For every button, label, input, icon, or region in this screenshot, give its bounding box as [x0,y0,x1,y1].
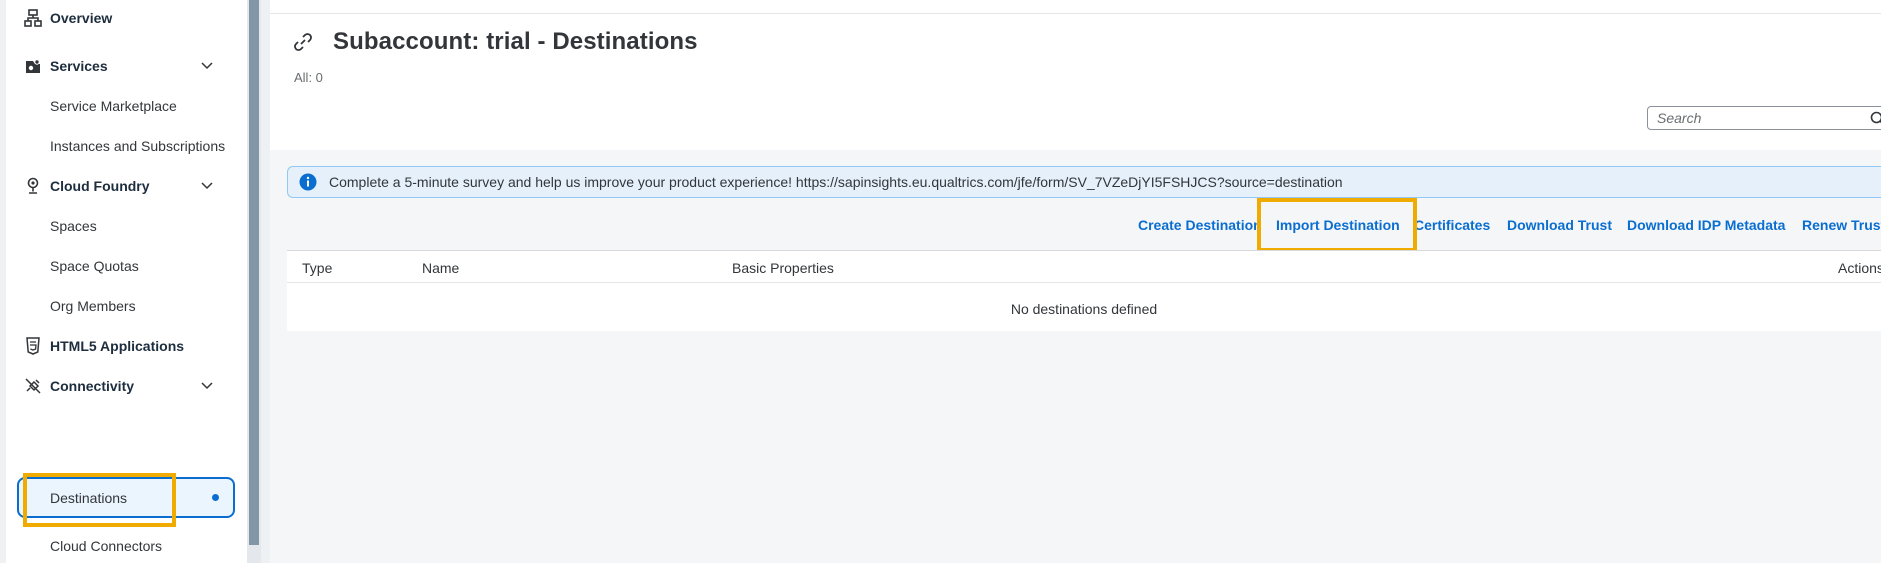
link-icon [290,29,316,55]
sidebar-item-connectivity[interactable]: Connectivity [18,368,236,404]
column-header-name[interactable]: Name [422,260,459,276]
destination-count: All: 0 [294,70,323,85]
renew-trust-button[interactable]: Renew Trust [1802,217,1881,233]
page-header: Subaccount: trial - Destinations All: 0 [270,0,1881,150]
sidebar-item-label: Cloud Foundry [50,178,150,194]
sidebar-item-label: Instances and Subscriptions [50,138,225,154]
download-trust-button[interactable]: Download Trust [1507,217,1612,233]
sidebar-item-destinations[interactable]: Destinations [17,477,235,518]
table-header: Type Name Basic Properties Actions [287,250,1881,283]
sidebar-item-label: HTML5 Applications [50,338,184,354]
sidebar-item-cloud-connectors[interactable]: Cloud Connectors [18,528,236,564]
cloud-foundry-icon [23,176,43,196]
survey-banner-text[interactable]: Complete a 5-minute survey and help us i… [329,174,1343,190]
sidebar-item-label: Overview [50,10,112,26]
sidebar-item-label: Services [50,58,108,74]
survey-banner: Complete a 5-minute survey and help us i… [287,166,1881,198]
sidebar-item-org-members[interactable]: Org Members [18,288,236,324]
sidebar-item-instances-subscriptions[interactable]: Instances and Subscriptions [18,128,236,164]
sidebar-divider [261,0,270,563]
sidebar-item-label: Spaces [50,218,97,234]
chevron-down-icon[interactable] [200,379,214,393]
selected-indicator-dot [212,494,219,501]
column-header-actions[interactable]: Actions [1838,260,1881,276]
sidebar-item-html5-applications[interactable]: HTML5 Applications [18,328,236,364]
download-idp-metadata-button[interactable]: Download IDP Metadata [1627,217,1785,233]
chevron-down-icon[interactable] [200,179,214,193]
sidebar-item-service-marketplace[interactable]: Service Marketplace [18,88,236,124]
sidebar-scrollbar-thumb[interactable] [249,0,259,545]
services-icon [23,56,43,76]
sidebar-item-label: Service Marketplace [50,98,177,114]
column-header-type[interactable]: Type [302,260,332,276]
sidebar-item-label: Space Quotas [50,258,139,274]
import-destination-button[interactable]: Import Destination [1276,217,1400,233]
sidebar-item-label: Connectivity [50,378,134,394]
destinations-table: Type Name Basic Properties Actions No de… [287,250,1881,331]
info-icon [298,172,318,192]
html5-icon [23,336,43,356]
sidebar-edge [0,0,6,563]
sidebar-item-spaces[interactable]: Spaces [18,208,236,244]
certificates-button[interactable]: Certificates [1414,217,1490,233]
title-row: Subaccount: trial - Destinations [290,28,698,56]
sidebar-item-label: Destinations [50,490,127,506]
sidebar-item-label: Cloud Connectors [50,538,162,554]
sidebar-item-label: Org Members [50,298,136,314]
sidebar-item-space-quotas[interactable]: Space Quotas [18,248,236,284]
search-field[interactable] [1647,106,1881,130]
header-divider [270,13,1881,14]
hierarchy-icon [23,8,43,28]
connectivity-icon [23,376,43,396]
create-destination-button[interactable]: Create Destination [1138,217,1262,233]
search-input[interactable] [1657,110,1857,126]
column-header-basic-properties[interactable]: Basic Properties [732,260,834,276]
empty-table-message: No destinations defined [287,301,1881,317]
sidebar-item-services[interactable]: Services [18,48,236,84]
page-title: Subaccount: trial - Destinations [333,28,698,56]
sidebar-item-cloud-foundry[interactable]: Cloud Foundry [18,168,236,204]
chevron-down-icon[interactable] [200,59,214,73]
search-icon[interactable] [1868,109,1881,129]
main-content: Subaccount: trial - Destinations All: 0 … [270,0,1881,563]
sidebar-item-overview[interactable]: Overview [18,0,236,36]
sidebar: Overview Services Service Marketplace In… [0,0,247,563]
